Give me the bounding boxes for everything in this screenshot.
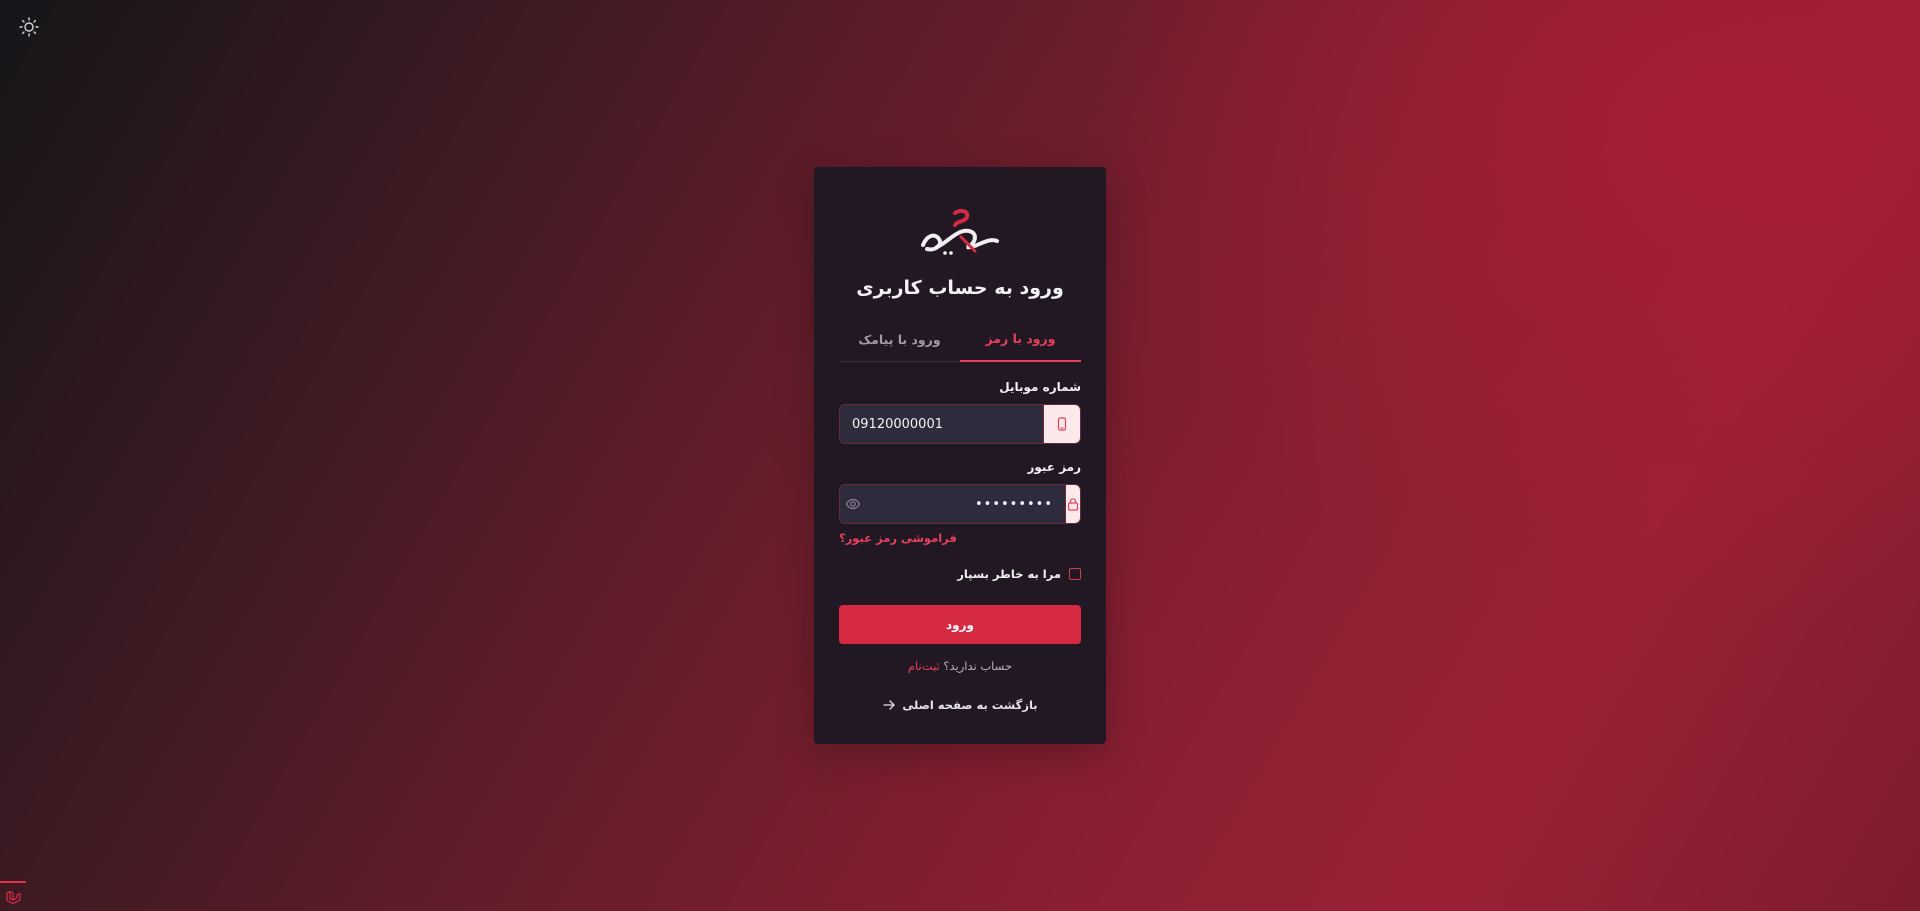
page-title: ورود به حساب کاربری [856,277,1064,299]
remember-me: مرا به خاطر بسپار [957,567,1081,581]
remember-me-checkbox[interactable] [1069,568,1081,580]
brand-logo-icon [921,208,999,255]
forgot-password-link[interactable]: فراموشی رمز عبور؟ [839,531,957,545]
logo [917,207,1003,257]
lock-icon [1067,498,1079,511]
password-input-group [839,484,1081,524]
mobile-input-group [839,404,1081,444]
signup-link[interactable]: ثبت‌نام [908,659,940,673]
login-button[interactable]: ورود [839,605,1081,644]
no-account-text: حساب ندارید؟ [943,659,1013,673]
laravel-icon [6,890,21,905]
sun-icon [19,17,39,37]
phone-icon [1057,417,1067,431]
toggle-password-visibility[interactable] [840,496,871,512]
theme-toggle-button[interactable] [18,16,40,38]
mobile-addon [1043,405,1080,443]
remember-me-label: مرا به خاطر بسپار [957,567,1061,581]
eye-icon [845,498,861,510]
arrow-right-icon [883,700,896,710]
back-label: بازگشت به صفحه اصلی [902,698,1038,712]
mobile-label: شماره موبایل [999,380,1081,394]
password-label: رمز عبور [1027,460,1081,474]
debug-badge[interactable] [0,881,26,911]
back-to-home-link[interactable]: بازگشت به صفحه اصلی [814,698,1106,712]
login-card: ورود به حساب کاربری ورود با رمز ورود با … [814,167,1106,744]
mobile-input[interactable] [840,405,1043,443]
tab-password-login[interactable]: ورود با رمز [960,317,1081,362]
tab-sms-login[interactable]: ورود با پیامک [839,317,960,361]
password-input[interactable] [871,496,1065,512]
password-addon [1065,485,1080,523]
login-tabs: ورود با رمز ورود با پیامک [839,317,1081,362]
password-wrap [840,485,1065,523]
signup-prompt: حساب ندارید؟ ثبت‌نام [814,659,1106,673]
